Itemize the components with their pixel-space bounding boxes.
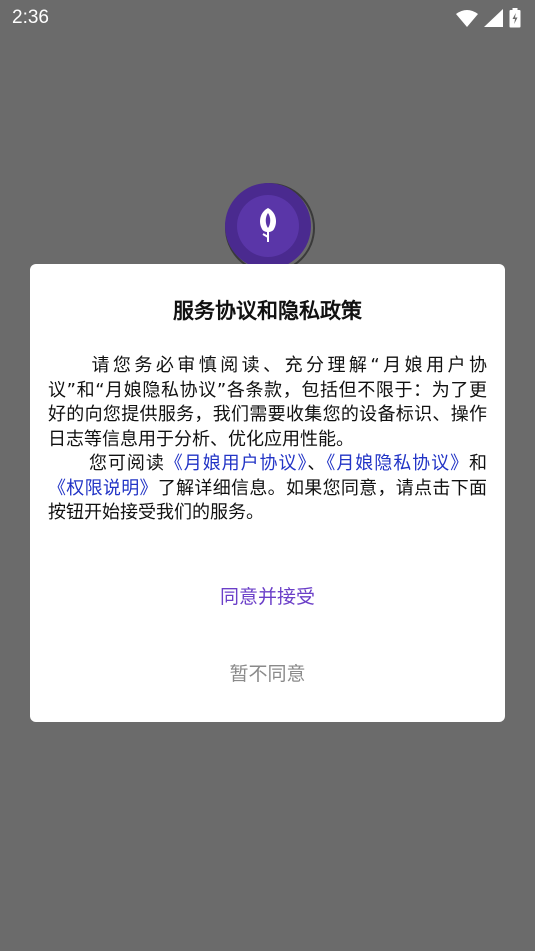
dialog-body: 请您务必审慎阅读、充分理解“月娘用户协议”和“月娘隐私协议”各条款，包括但不限于… <box>48 354 487 526</box>
privacy-dialog: 服务协议和隐私政策 请您务必审慎阅读、充分理解“月娘用户协议”和“月娘隐私协议”… <box>30 264 505 722</box>
paragraph-2-text-1: 您可阅读 <box>88 453 165 474</box>
paragraph-2-separator-1: 、 <box>307 453 327 474</box>
app-logo <box>224 182 316 274</box>
paragraph-2-separator-2: 和 <box>469 453 488 474</box>
wifi-icon <box>456 9 478 27</box>
dialog-paragraph-2: 您可阅读《月娘用户协议》、《月娘隐私协议》和《权限说明》了解详细信息。如果您同意… <box>48 452 487 526</box>
status-bar: 2:36 <box>0 0 535 36</box>
accept-button[interactable]: 同意并接受 <box>30 582 505 609</box>
decline-button[interactable]: 暂不同意 <box>30 659 505 686</box>
dialog-paragraph-1: 请您务必审慎阅读、充分理解“月娘用户协议”和“月娘隐私协议”各条款，包括但不限于… <box>48 354 487 452</box>
user-agreement-link[interactable]: 《月娘用户协议》 <box>165 453 308 474</box>
rose-logo-icon <box>225 183 315 273</box>
status-icons <box>456 8 521 28</box>
signal-icon <box>484 9 503 27</box>
dialog-title: 服务协议和隐私政策 <box>173 299 362 323</box>
battery-charging-icon <box>509 8 521 28</box>
privacy-agreement-link[interactable]: 《月娘隐私协议》 <box>326 453 469 474</box>
paragraph-1-text: 请您务必审慎阅读、充分理解“月娘用户协议”和“月娘隐私协议”各条款，包括但不限于… <box>48 355 487 450</box>
permissions-link[interactable]: 《权限说明》 <box>48 478 158 499</box>
status-time: 2:36 <box>12 7 49 28</box>
